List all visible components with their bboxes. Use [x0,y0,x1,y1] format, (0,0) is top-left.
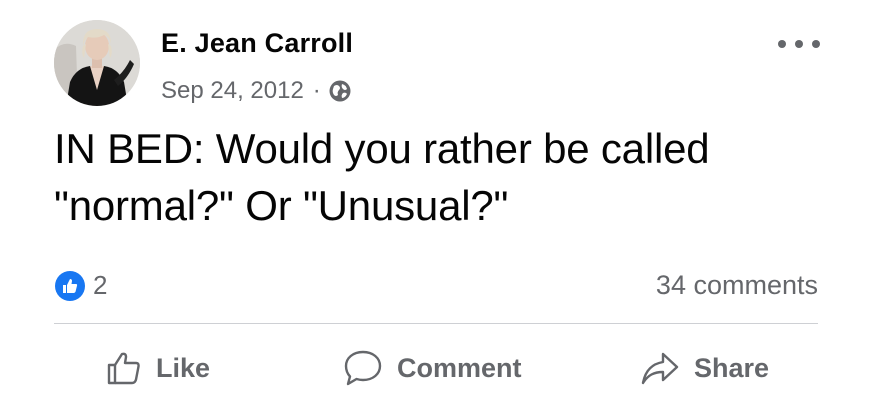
more-options-icon[interactable] [778,34,820,54]
like-label: Like [156,352,211,383]
like-reaction-icon [55,270,85,301]
comment-label: Comment [397,352,522,383]
comment-button[interactable]: Comment [343,344,522,392]
more-dot [812,40,820,48]
post-date[interactable]: Sep 24, 2012 [161,77,304,105]
profile-photo [54,20,140,106]
reactions-count: 2 [93,270,108,300]
more-dot [778,40,786,48]
share-arrow-icon [641,352,679,385]
more-dot [795,40,803,48]
author-name[interactable]: E. Jean Carroll [161,28,353,59]
comments-count[interactable]: 34 comments [656,270,818,301]
thumbs-up-icon [107,352,140,385]
like-button[interactable]: Like [106,344,210,392]
reactions-summary[interactable]: 2 [55,270,107,301]
globe-icon[interactable] [329,80,351,102]
comment-bubble-icon [344,350,382,386]
share-label: Share [694,352,770,383]
avatar[interactable] [54,20,140,106]
facebook-post: E. Jean Carroll Sep 24, 2012 · IN BED: W… [0,0,872,402]
share-button[interactable]: Share [640,344,769,392]
post-meta: Sep 24, 2012 · [161,76,351,106]
meta-separator: · [312,77,321,104]
post-text: IN BED: Would you rather be called "norm… [54,125,710,229]
divider [54,323,818,324]
